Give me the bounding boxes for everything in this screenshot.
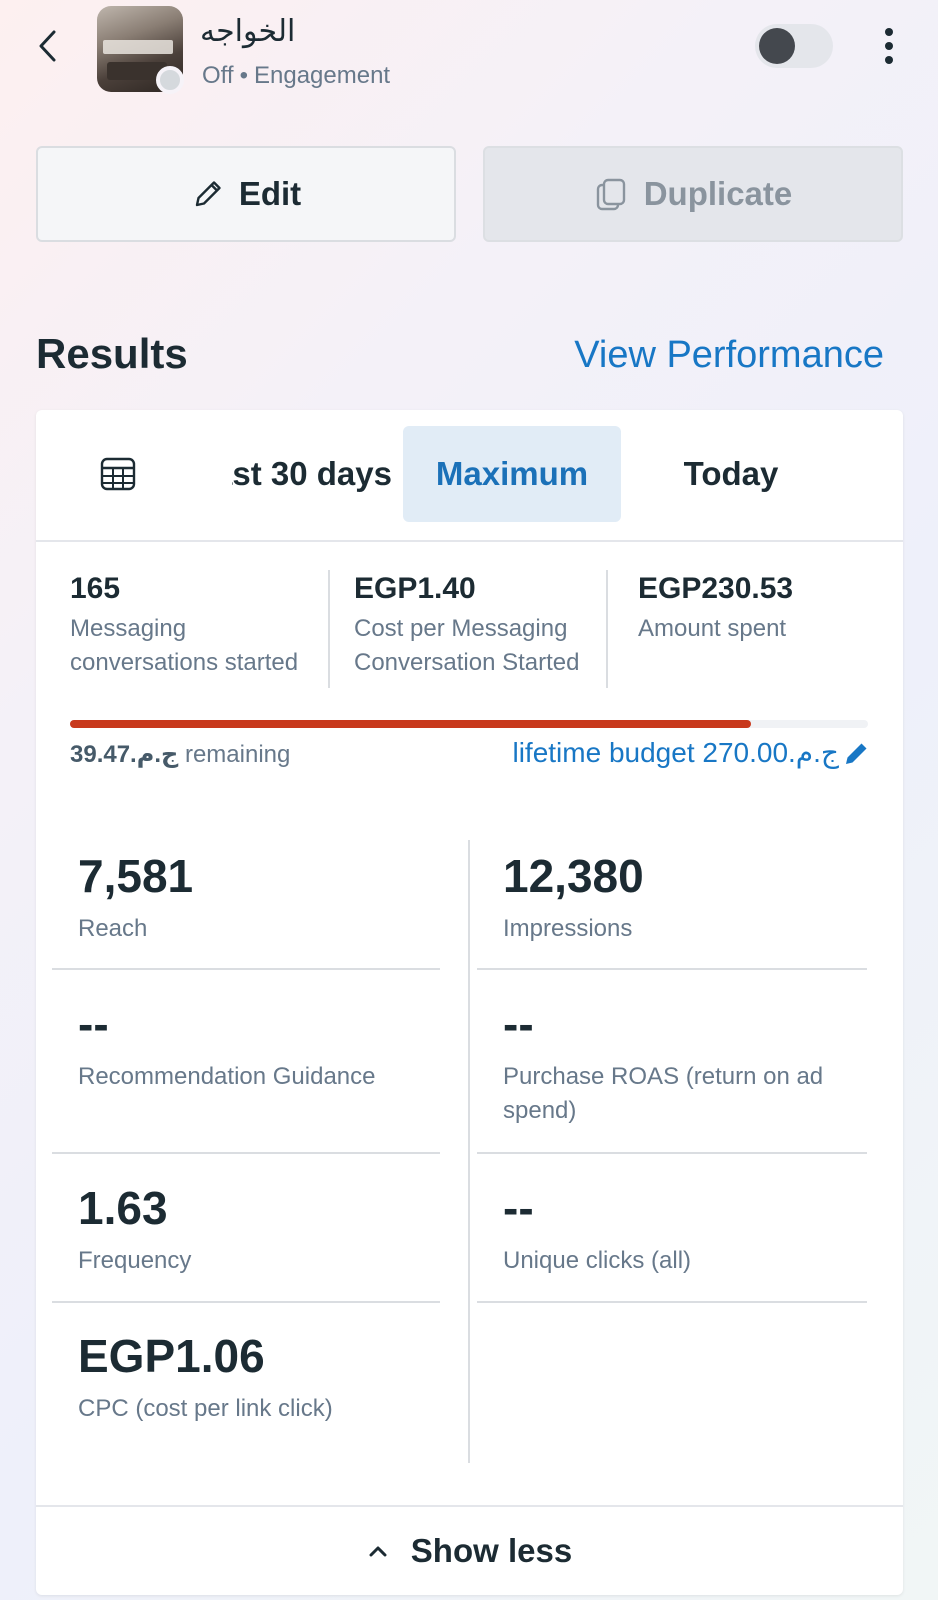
back-button[interactable] <box>30 24 64 68</box>
metric-label: Reach <box>78 915 148 942</box>
metric-label: Frequency <box>78 1247 192 1274</box>
kpi-value: EGP230.53 <box>638 572 794 605</box>
divider <box>606 570 608 688</box>
budget-remaining: 39.47.ج.م remaining <box>70 740 290 769</box>
edit-label: Edit <box>238 175 302 212</box>
metric-value: -- <box>503 998 534 1050</box>
pencil-icon <box>195 181 221 207</box>
duplicate-icon <box>596 178 625 211</box>
divider <box>52 968 440 970</box>
view-performance-link[interactable]: View Performance <box>574 334 884 377</box>
kpi-label: Messaging conversations started <box>70 615 299 676</box>
metric-frequency: 1.63 Frequency <box>78 1180 464 1278</box>
budget-progress-bar <box>70 720 868 728</box>
divider <box>328 570 330 688</box>
kpi-messaging-conversations: 165 Messaging conversations started <box>70 572 330 682</box>
metric-value: 1.63 <box>78 1182 168 1234</box>
show-less-button[interactable]: Show less <box>36 1505 903 1595</box>
metric-label: Impressions <box>503 915 633 942</box>
ad-name: الخواجه <box>200 14 296 49</box>
metric-value: -- <box>503 1182 534 1234</box>
more-options-button[interactable] <box>872 24 906 68</box>
results-card: Last 30 days Maximum Today 165 Messaging… <box>36 410 903 1595</box>
kpi-value: EGP1.40 <box>354 572 476 605</box>
ad-objective: Engagement <box>253 62 391 89</box>
divider <box>52 1152 440 1154</box>
metric-purchase-roas: -- Purchase ROAS (return on ad spend) <box>503 996 843 1128</box>
metric-label: CPC (cost per link click) <box>78 1395 333 1422</box>
kpi-amount-spent: EGP230.53 Amount spent <box>638 572 888 682</box>
grid-divider <box>468 840 470 1463</box>
lifetime-budget-link[interactable]: lifetime budget 270.00.ج.م <box>512 736 871 769</box>
chevron-up-icon <box>369 1546 387 1557</box>
calendar-table-icon <box>100 457 136 491</box>
ad-status: Off <box>202 62 234 89</box>
metric-impressions: 12,380 Impressions <box>503 848 889 946</box>
metric-label: Purchase ROAS (return on ad spend) <box>503 1063 824 1124</box>
metric-recommendation-guidance: -- Recommendation Guidance <box>78 996 464 1094</box>
metric-value: EGP1.06 <box>78 1330 265 1382</box>
status-dot <box>156 66 184 94</box>
metric-value: -- <box>78 998 109 1050</box>
lifetime-budget-text: lifetime budget 270.00.ج.م <box>512 737 839 768</box>
kpi-label: Amount spent <box>638 615 787 642</box>
metric-unique-clicks: -- Unique clicks (all) <box>503 1180 889 1278</box>
kpi-row: 165 Messaging conversations started EGP1… <box>36 542 903 692</box>
divider <box>52 1301 440 1303</box>
show-less-label: Show less <box>410 1532 573 1569</box>
tab-maximum[interactable]: Maximum <box>403 426 621 522</box>
on-off-toggle[interactable] <box>755 24 833 68</box>
edit-button[interactable]: Edit <box>36 146 456 242</box>
remaining-amount: 39.47.ج.م <box>70 741 179 768</box>
edit-pencil-icon <box>846 743 867 764</box>
duplicate-label: Duplicate <box>643 175 793 212</box>
metric-label: Unique clicks (all) <box>503 1247 692 1274</box>
tab-last-30-days-label: Last 30 days <box>232 455 392 492</box>
metric-reach: 7,581 Reach <box>78 848 464 946</box>
divider <box>477 1301 867 1303</box>
separator-dot: • <box>239 62 248 89</box>
duplicate-button[interactable]: Duplicate <box>483 146 903 242</box>
date-picker-button[interactable] <box>98 454 138 494</box>
metric-label: Recommendation Guidance <box>78 1063 376 1090</box>
kpi-value: 165 <box>70 572 121 605</box>
divider <box>477 1152 867 1154</box>
metric-value: 12,380 <box>503 850 644 902</box>
tab-today[interactable]: Today <box>656 426 806 522</box>
results-title: Results <box>36 330 188 377</box>
metric-value: 7,581 <box>78 850 194 902</box>
tab-last-30-days[interactable]: Last 30 days <box>180 426 410 522</box>
back-arrow-icon <box>39 30 56 62</box>
budget-progress-fill <box>70 720 752 728</box>
metric-cpc: EGP1.06 CPC (cost per link click) <box>78 1328 464 1426</box>
campaign-header: الخواجه Off • Engagement <box>0 0 938 110</box>
remaining-label: remaining <box>184 741 291 768</box>
date-range-tabs: Last 30 days Maximum Today <box>36 410 903 542</box>
kpi-cost-per-conversation: EGP1.40 Cost per Messaging Conversation … <box>354 572 614 682</box>
divider <box>477 968 867 970</box>
ad-subtitle: Off • Engagement <box>202 62 390 90</box>
more-vertical-icon <box>885 28 893 36</box>
kpi-label: Cost per Messaging Conversation Started <box>354 615 580 676</box>
